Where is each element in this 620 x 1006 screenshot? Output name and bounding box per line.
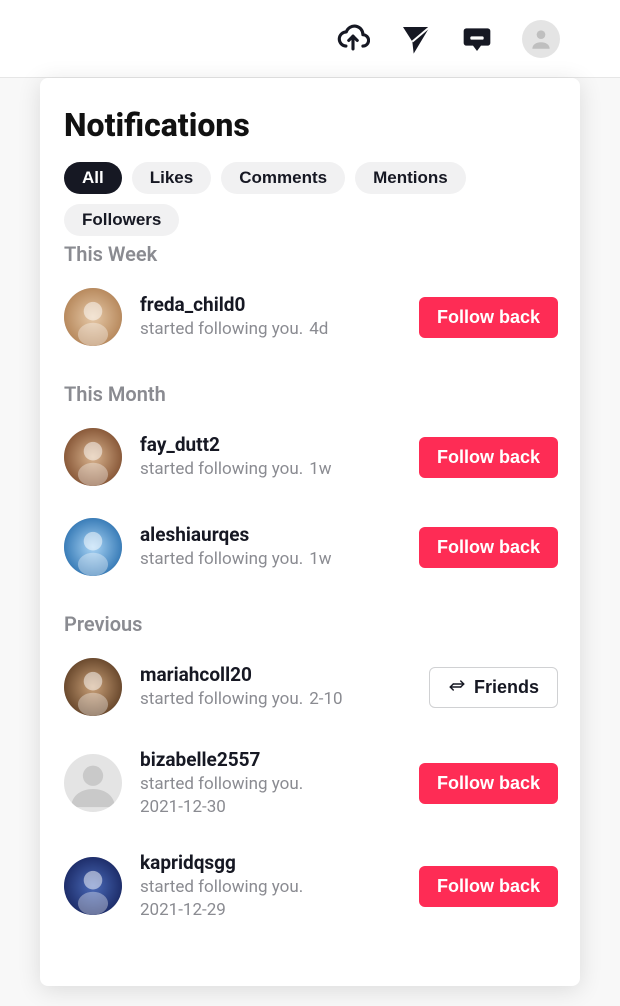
user-avatar[interactable] bbox=[64, 288, 122, 346]
notifications-scroll[interactable]: This Weekfreda_child0started following y… bbox=[64, 228, 570, 976]
notification-body: fay_dutt2started following you.1w bbox=[140, 433, 409, 481]
username[interactable]: freda_child0 bbox=[140, 293, 409, 316]
notification-body: kapridqsggstarted following you.2021-12-… bbox=[140, 851, 409, 922]
username[interactable]: fay_dutt2 bbox=[140, 433, 409, 456]
top-bar bbox=[0, 0, 620, 78]
section-label: Previous bbox=[64, 612, 558, 636]
notification-item[interactable]: mariahcoll20started following you.2-10Fr… bbox=[64, 648, 558, 738]
upload-icon[interactable] bbox=[336, 22, 370, 56]
section-label: This Month bbox=[64, 382, 558, 406]
follow-back-button[interactable]: Follow back bbox=[419, 297, 558, 338]
panel-title: Notifications bbox=[64, 106, 556, 144]
notification-item[interactable]: freda_child0started following you.4dFoll… bbox=[64, 278, 558, 368]
notification-item[interactable]: fay_dutt2started following you.1wFollow … bbox=[64, 418, 558, 508]
user-avatar[interactable] bbox=[64, 754, 122, 812]
notification-item[interactable]: kapridqsggstarted following you.2021-12-… bbox=[64, 841, 558, 944]
notification-message: started following you.1w bbox=[140, 548, 409, 571]
notification-message: started following you.1w bbox=[140, 458, 409, 481]
notification-body: aleshiaurqesstarted following you.1w bbox=[140, 523, 409, 571]
notification-message: started following you.2021-12-30 bbox=[140, 773, 409, 819]
notification-body: mariahcoll20started following you.2-10 bbox=[140, 663, 419, 711]
follow-back-button[interactable]: Follow back bbox=[419, 866, 558, 907]
user-avatar[interactable] bbox=[64, 857, 122, 915]
user-avatar[interactable] bbox=[64, 518, 122, 576]
username[interactable]: bizabelle2557 bbox=[140, 748, 409, 771]
username[interactable]: kapridqsgg bbox=[140, 851, 409, 874]
filter-mentions[interactable]: Mentions bbox=[355, 162, 466, 194]
swap-icon bbox=[448, 678, 466, 696]
notification-message: started following you.2-10 bbox=[140, 688, 419, 711]
follow-back-button[interactable]: Follow back bbox=[419, 527, 558, 568]
username[interactable]: aleshiaurqes bbox=[140, 523, 409, 546]
username[interactable]: mariahcoll20 bbox=[140, 663, 419, 686]
notification-message: started following you.2021-12-29 bbox=[140, 876, 409, 922]
notification-item[interactable]: bizabelle2557started following you.2021-… bbox=[64, 738, 558, 841]
filter-likes[interactable]: Likes bbox=[132, 162, 211, 194]
notification-body: freda_child0started following you.4d bbox=[140, 293, 409, 341]
user-avatar[interactable] bbox=[64, 658, 122, 716]
friends-button[interactable]: Friends bbox=[429, 667, 558, 708]
profile-avatar[interactable] bbox=[522, 20, 560, 58]
user-avatar[interactable] bbox=[64, 428, 122, 486]
notification-message: started following you.4d bbox=[140, 318, 409, 341]
notifications-panel: Notifications All Likes Comments Mentions Fo… bbox=[40, 78, 580, 986]
filter-comments[interactable]: Comments bbox=[221, 162, 345, 194]
filter-all[interactable]: All bbox=[64, 162, 122, 194]
filter-row: AllLikesCommentsMentionsFollowers bbox=[64, 162, 556, 236]
follow-back-button[interactable]: Follow back bbox=[419, 763, 558, 804]
send-icon[interactable] bbox=[398, 22, 432, 56]
follow-back-button[interactable]: Follow back bbox=[419, 437, 558, 478]
inbox-icon[interactable] bbox=[460, 22, 494, 56]
section-label: This Week bbox=[64, 242, 558, 266]
notification-item[interactable]: aleshiaurqesstarted following you.1wFoll… bbox=[64, 508, 558, 598]
notification-body: bizabelle2557started following you.2021-… bbox=[140, 748, 409, 819]
